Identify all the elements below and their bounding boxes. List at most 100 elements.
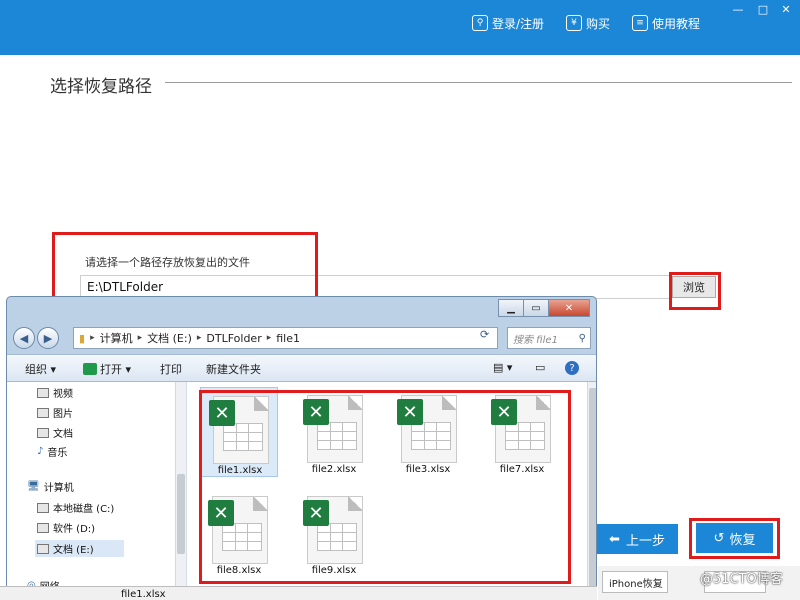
address-bar[interactable]: ▮ ▸ 计算机 ▸ 文档 (E:) ▸ DTLFolder ▸ file1 [73, 327, 498, 349]
music-icon: ♪ [37, 446, 44, 457]
breadcrumb-drive-e[interactable]: 文档 (E:) [142, 330, 197, 346]
book-icon: ≡ [632, 15, 648, 31]
nav-item-computer[interactable]: 🖥 计算机 [27, 479, 74, 494]
document-icon [37, 427, 49, 438]
file-name: file9.xlsx [311, 565, 357, 576]
login-label: 登录/注册 [492, 16, 545, 31]
back-arrow-icon: ⬅ [609, 531, 620, 547]
search-icon: ⚲ [578, 332, 586, 344]
user-icon: ⚲ [472, 15, 488, 31]
previous-step-label: 上一步 [625, 533, 665, 549]
forward-nav-button[interactable]: ▶ [37, 327, 59, 349]
video-icon [37, 387, 49, 398]
spreadsheet-grid [223, 423, 263, 451]
iphone-recover-label: iPhone恢复 [609, 578, 663, 590]
section-title: 选择恢复路径 [50, 77, 152, 97]
nav-item-label: 本地磁盘 (C:) [53, 504, 115, 515]
nav-item-label: 软件 (D:) [53, 524, 96, 535]
navigation-pane: 视频 图片 文档 ♪ 音乐 🖥 计算机 本地磁盘 (C:) 软件 (D:) 文档… [7, 382, 187, 599]
nav-item-drive-d[interactable]: 软件 (D:) [37, 520, 95, 535]
excel-icon: ✕ [208, 500, 234, 526]
print-button[interactable]: 打印 [160, 361, 182, 377]
file-list: ✕ file1.xlsx ✕ file2.xlsx ✕ file3.xlsx ✕… [197, 382, 587, 599]
file-name: file3.xlsx [405, 464, 451, 475]
back-nav-button[interactable]: ◀ [13, 327, 35, 349]
dialog-window-controls: ▁ ▭ ✕ [498, 299, 590, 317]
nav-item-videos[interactable]: 视频 [37, 385, 73, 400]
recover-button[interactable]: ↺ 恢复 [696, 523, 773, 553]
buy-button[interactable]: ¥ 购买 [566, 12, 610, 34]
file-list-scrollbar[interactable] [587, 382, 596, 599]
browse-button[interactable]: 浏览 [672, 276, 716, 298]
excel-icon: ✕ [491, 399, 517, 425]
picture-icon [37, 407, 49, 418]
search-placeholder: 搜索 file1 [513, 334, 558, 346]
organize-menu[interactable]: 组织 ▾ [25, 361, 56, 377]
file-item[interactable]: ✕ file2.xlsx [295, 387, 373, 477]
file-item[interactable]: ✕ file7.xlsx [483, 387, 561, 477]
minimize-button[interactable]: — [727, 0, 749, 18]
search-input[interactable]: 搜索 file1 ⚲ [507, 327, 591, 349]
file-item[interactable]: ✕ file3.xlsx [389, 387, 467, 477]
nav-item-pictures[interactable]: 图片 [37, 405, 73, 420]
file-name: file2.xlsx [311, 464, 357, 475]
spreadsheet-grid [317, 422, 357, 450]
nav-item-music[interactable]: ♪ 音乐 [37, 444, 67, 459]
spreadsheet-grid [317, 523, 357, 551]
previous-step-button[interactable]: ⬅ 上一步 [596, 524, 678, 554]
restore-icon: ↺ [713, 530, 725, 546]
refresh-icon[interactable]: ⟳ [480, 328, 489, 341]
new-folder-button[interactable]: 新建文件夹 [206, 361, 261, 377]
breadcrumb-dtlfolder[interactable]: DTLFolder [201, 332, 266, 345]
tutorial-button[interactable]: ≡ 使用教程 [632, 12, 700, 34]
tutorial-label: 使用教程 [652, 16, 701, 31]
dialog-maximize-button[interactable]: ▭ [523, 299, 549, 317]
view-options-icon[interactable]: ▤ ▾ [493, 361, 512, 374]
file-name: file7.xlsx [499, 464, 545, 475]
breadcrumb-computer[interactable]: 计算机 [95, 330, 138, 346]
open-icon [83, 363, 97, 375]
nav-item-label: 计算机 [43, 483, 74, 494]
section-divider [165, 82, 792, 83]
file-item[interactable]: ✕ file8.xlsx [200, 488, 278, 578]
open-menu[interactable]: 打开 ▾ [83, 361, 131, 377]
maximize-button[interactable]: □ [752, 0, 774, 18]
help-icon[interactable]: ? [565, 361, 579, 375]
nav-item-label: 文档 (E:) [53, 545, 94, 556]
dialog-minimize-button[interactable]: ▁ [498, 299, 524, 317]
nav-item-drive-e[interactable]: 文档 (E:) [35, 540, 124, 557]
nav-item-documents[interactable]: 文档 [37, 425, 73, 440]
close-button[interactable]: ✕ [775, 0, 797, 18]
folder-icon: ▮ [79, 331, 86, 345]
preview-pane-icon[interactable]: ▭ [535, 361, 545, 374]
app-header: ⚲ 登录/注册 ¥ 购买 ≡ 使用教程 — □ ✕ [0, 0, 800, 55]
nav-item-label: 图片 [53, 409, 73, 420]
nav-scrollbar[interactable] [175, 382, 186, 599]
nav-item-drive-c[interactable]: 本地磁盘 (C:) [37, 500, 114, 515]
dialog-nav-row: ◀ ▶ ▮ ▸ 计算机 ▸ 文档 (E:) ▸ DTLFolder ▸ file… [7, 323, 596, 353]
recover-label: 恢复 [729, 532, 756, 548]
file-item[interactable]: ✕ file1.xlsx [200, 387, 278, 477]
excel-icon: ✕ [397, 399, 423, 425]
path-label: 请选择一个路径存放恢复出的文件 [85, 256, 250, 269]
breadcrumb-file1[interactable]: file1 [271, 332, 305, 345]
excel-icon: ✕ [303, 399, 329, 425]
drive-icon [37, 522, 49, 533]
file-name: file1.xlsx [217, 465, 263, 476]
drive-icon [37, 502, 49, 513]
yen-icon: ¥ [566, 15, 582, 31]
file-list-scrollbar-thumb[interactable] [589, 388, 596, 588]
excel-icon: ✕ [209, 400, 235, 426]
spreadsheet-grid [411, 422, 451, 450]
login-button[interactable]: ⚲ 登录/注册 [472, 12, 544, 34]
nav-scrollbar-thumb[interactable] [177, 474, 185, 554]
iphone-recover-tab[interactable]: iPhone恢复 [602, 571, 668, 593]
file-name: file8.xlsx [216, 565, 262, 576]
file-item[interactable]: ✕ file9.xlsx [295, 488, 373, 578]
buy-label: 购买 [586, 16, 611, 31]
dialog-close-button[interactable]: ✕ [548, 299, 590, 317]
dialog-body: 视频 图片 文档 ♪ 音乐 🖥 计算机 本地磁盘 (C:) 软件 (D:) 文档… [7, 382, 596, 599]
computer-icon: 🖥 [27, 481, 40, 492]
spreadsheet-grid [505, 422, 545, 450]
open-label: 打开 ▾ [100, 363, 132, 376]
